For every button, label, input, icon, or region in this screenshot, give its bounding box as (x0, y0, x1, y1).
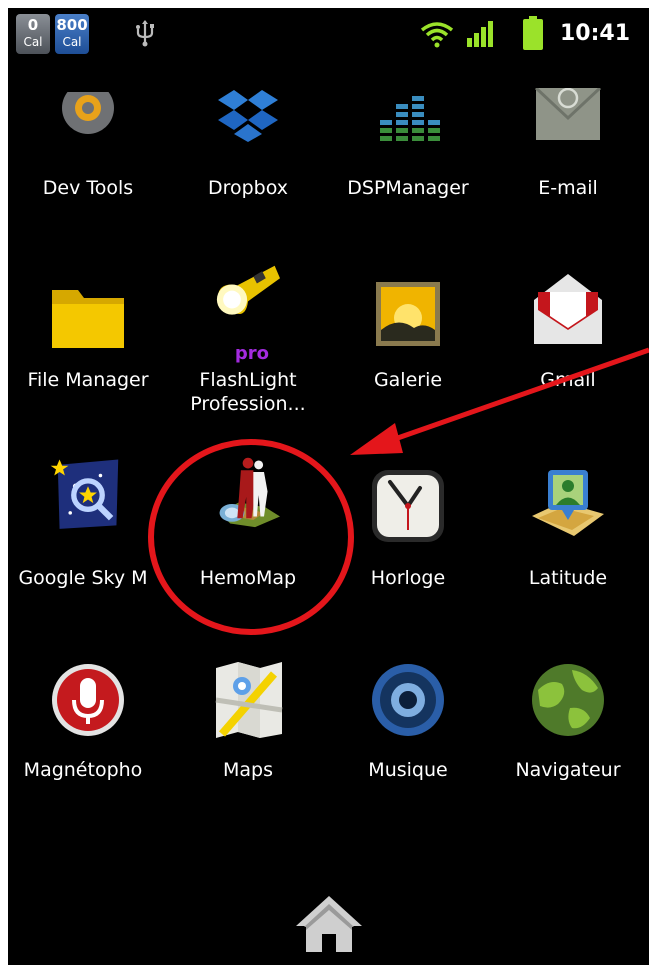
globe-icon (532, 664, 604, 736)
signal-icon (467, 21, 493, 47)
app-horloge[interactable]: Horloge (328, 456, 488, 606)
app-dropbox[interactable]: Dropbox (168, 88, 328, 228)
status-bar: 0 Cal 800 Cal 10:41 (8, 8, 649, 60)
clock-icon (372, 470, 444, 542)
calorie-badge-right-value: 800 (56, 16, 88, 34)
app-email[interactable]: E-mail (488, 88, 648, 228)
maps-icon (215, 662, 283, 738)
launcher-screen: 0 Cal 800 Cal 10:41 Dev Tools Dropbox DS… (8, 8, 649, 965)
app-file-manager[interactable]: File Manager (8, 264, 168, 424)
calorie-badge-left: 0 Cal (16, 14, 50, 54)
app-label: E-mail (538, 177, 598, 199)
app-label: Galerie (373, 369, 443, 391)
latitude-icon (532, 470, 604, 536)
app-hemomap[interactable]: HemoMap (168, 456, 328, 606)
email-icon (534, 88, 602, 140)
microphone-icon (52, 664, 124, 736)
app-dev-tools[interactable]: Dev Tools (8, 88, 168, 228)
battery-icon (523, 16, 543, 50)
dropbox-icon (218, 90, 278, 142)
calorie-badge-left-unit: Cal (23, 35, 43, 49)
app-flashlight[interactable]: pro FlashLight Profession... (168, 264, 328, 439)
usb-icon (136, 20, 154, 47)
calorie-badge-right: 800 Cal (55, 14, 89, 54)
home-icon[interactable] (294, 894, 364, 954)
app-galerie[interactable]: Galerie (328, 264, 488, 424)
app-label-line2: Profession... (190, 393, 306, 415)
app-label: Navigateur (515, 759, 621, 781)
app-maps[interactable]: Maps (168, 660, 328, 800)
folder-icon (52, 290, 124, 348)
equalizer-icon (380, 96, 440, 141)
app-label: File Manager (27, 369, 149, 391)
app-label: Maps (223, 759, 273, 781)
sky-map-icon (50, 459, 119, 529)
app-label: Gmail (540, 369, 596, 391)
app-label: Musique (368, 759, 448, 781)
app-label: Latitude (528, 567, 608, 589)
app-label: Horloge (370, 567, 446, 589)
gear-icon (58, 88, 118, 134)
status-clock: 10:41 (560, 21, 631, 46)
app-label: DSPManager (347, 177, 469, 199)
app-gmail[interactable]: Gmail (488, 264, 648, 424)
app-navigateur[interactable]: Navigateur (488, 660, 648, 800)
app-label: Magnétopho (23, 759, 143, 781)
gmail-icon (534, 274, 602, 344)
hemomap-icon (219, 457, 280, 528)
app-dspmanager[interactable]: DSPManager (328, 88, 488, 228)
app-label: Dropbox (207, 177, 289, 199)
app-label: HemoMap (199, 567, 297, 589)
app-google-sky-map[interactable]: Google Sky M (8, 456, 168, 606)
app-musique[interactable]: Musique (328, 660, 488, 800)
pro-badge: pro (234, 343, 270, 364)
speaker-icon (372, 664, 444, 736)
app-latitude[interactable]: Latitude (488, 456, 648, 606)
app-label: Google Sky M (18, 567, 148, 589)
app-magnetophone[interactable]: Magnétopho (8, 660, 168, 800)
flashlight-icon (216, 265, 280, 315)
gallery-icon (376, 282, 440, 346)
wifi-icon (420, 22, 454, 48)
app-label: Dev Tools (42, 177, 134, 199)
calorie-badge-right-unit: Cal (62, 35, 82, 49)
app-label-line1: FlashLight (199, 369, 297, 391)
calorie-badge-left-value: 0 (27, 16, 39, 34)
